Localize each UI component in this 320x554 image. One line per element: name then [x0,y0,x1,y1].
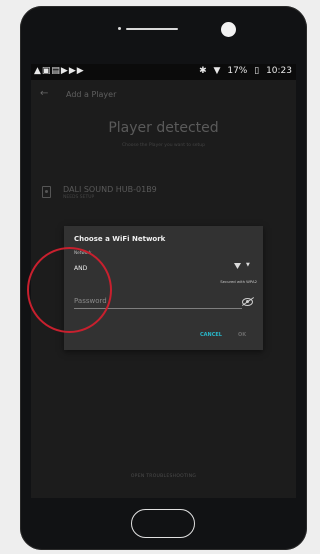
sensor-dot [118,27,121,30]
device-status: NEEDS SETUP [63,195,95,200]
battery-icon: ▯ [254,66,260,76]
back-arrow-icon[interactable]: ← [40,88,48,99]
clock: 10:23 [266,66,292,76]
device-name: DALI SOUND HUB-01B9 [63,185,157,194]
detected-subtitle: Choose the Player you want to setup [121,143,205,148]
wifi-icon [234,263,241,269]
home-button[interactable] [131,509,195,538]
notification-icons: ▲▣▤▶▶▶ [34,66,85,76]
battery-level: 17% [227,66,248,76]
page-title: Add a Player [66,90,117,99]
dialog-title: Choose a WiFi Network [74,235,166,243]
security-note: Secured with WPA2 [220,279,257,284]
status-right: ✱ ▼ 17% ▯ 10:23 [195,66,292,76]
eye-off-icon[interactable] [242,298,253,306]
troubleshooting-link[interactable]: OPEN TROUBLESHOOTING [31,474,296,479]
chevron-down-icon[interactable]: ▼ [246,262,250,268]
ok-button[interactable]: OK [238,332,246,338]
cancel-button[interactable]: CANCEL [200,332,222,338]
app-bar: ← Add a Player [31,80,296,108]
device-list-item[interactable]: DALI SOUND HUB-01B9 NEEDS SETUP [31,182,296,206]
speaker-icon [42,186,51,198]
highlight-circle [27,247,112,333]
bluetooth-icon: ✱ [199,66,207,76]
detected-heading: Player detected [108,120,219,136]
front-camera [221,22,236,37]
status-bar: ▲▣▤▶▶▶ ✱ ▼ 17% ▯ 10:23 [31,64,296,80]
wifi-signal-icon: ▼ [213,66,221,76]
earpiece-speaker [126,28,178,30]
